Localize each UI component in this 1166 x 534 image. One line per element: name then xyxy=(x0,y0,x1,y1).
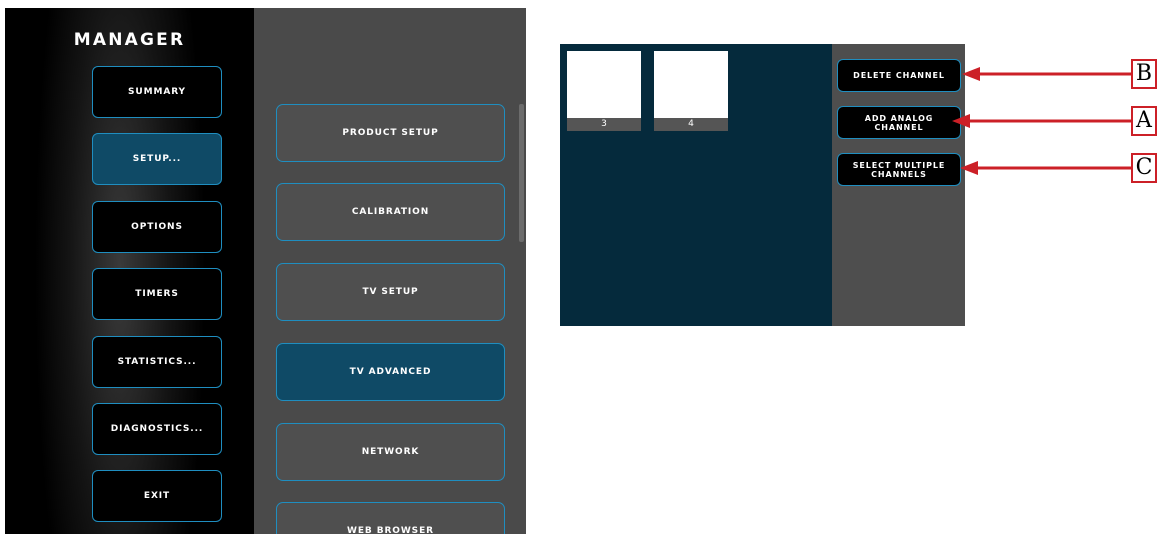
callout-arrow-c xyxy=(960,161,1131,175)
callout-arrow-b xyxy=(962,67,1131,81)
callout-arrows xyxy=(952,67,1131,175)
callout-label-b: B xyxy=(1131,59,1157,89)
callout-label-c: C xyxy=(1131,153,1157,183)
callout-label-a: A xyxy=(1131,106,1157,136)
callout-arrow-a xyxy=(952,114,1131,128)
